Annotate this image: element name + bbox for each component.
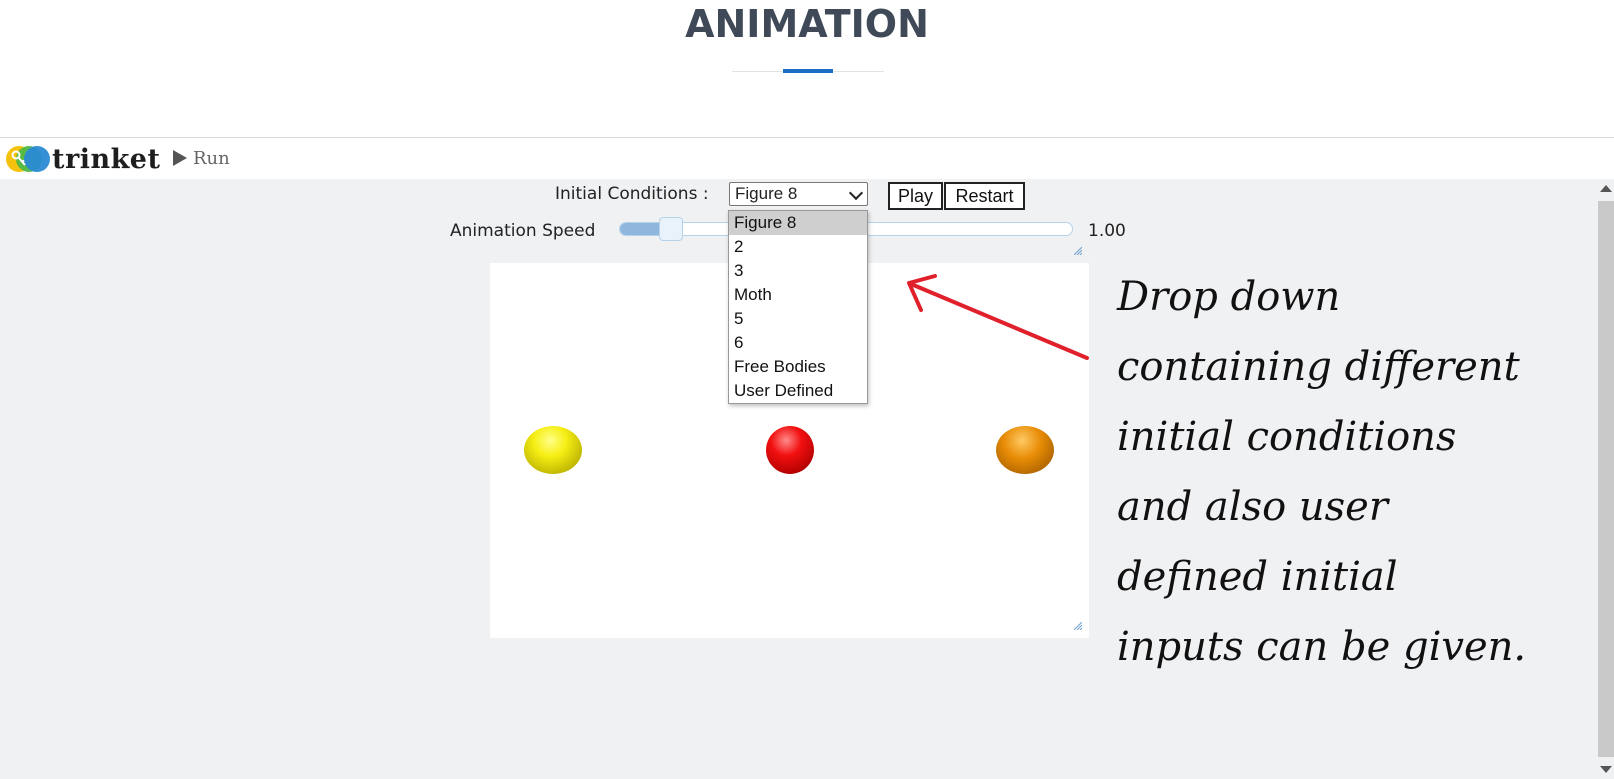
trinket-toolbar: trinket Run bbox=[0, 137, 1614, 180]
dropdown-option[interactable]: 6 bbox=[729, 331, 867, 355]
scroll-up-icon[interactable] bbox=[1600, 185, 1612, 192]
annotation-line: inputs can be given. bbox=[1117, 624, 1527, 670]
yellow-body bbox=[524, 426, 582, 474]
dropdown-option[interactable]: User Defined bbox=[729, 379, 867, 403]
page-title: ANIMATION bbox=[685, 2, 929, 46]
play-icon bbox=[173, 150, 187, 166]
scroll-thumb[interactable] bbox=[1598, 201, 1614, 757]
initial-conditions-label: Initial Conditions : bbox=[555, 184, 709, 204]
resize-handle-icon[interactable] bbox=[1074, 247, 1082, 255]
annotation-line: initial conditions bbox=[1117, 414, 1457, 460]
slider-handle[interactable] bbox=[659, 217, 683, 241]
dropdown-option[interactable]: 2 bbox=[729, 235, 867, 259]
dropdown-option[interactable]: 3 bbox=[729, 259, 867, 283]
title-accent-bar bbox=[783, 69, 833, 73]
annotation-line: containing different bbox=[1117, 344, 1520, 390]
run-button[interactable]: Run bbox=[173, 146, 230, 170]
trinket-logo-icon bbox=[6, 145, 50, 173]
initial-conditions-select[interactable]: Figure 8 bbox=[729, 182, 868, 206]
dropdown-option[interactable]: Free Bodies bbox=[729, 355, 867, 379]
resize-handle-icon[interactable] bbox=[1074, 622, 1082, 630]
initial-conditions-dropdown[interactable]: Figure 8 2 3 Moth 5 6 Free Bodies User D… bbox=[728, 210, 868, 404]
play-button[interactable]: Play bbox=[888, 182, 943, 210]
dropdown-option[interactable]: 5 bbox=[729, 307, 867, 331]
initial-conditions-selected-value: Figure 8 bbox=[735, 184, 798, 203]
annotation-line: Drop down bbox=[1117, 274, 1341, 320]
scroll-down-icon[interactable] bbox=[1600, 766, 1612, 773]
annotation-line: defined initial bbox=[1117, 554, 1398, 600]
animation-speed-label: Animation Speed bbox=[450, 221, 596, 241]
trinket-logo[interactable]: trinket bbox=[6, 143, 161, 175]
red-body bbox=[766, 426, 814, 474]
chevron-down-icon bbox=[848, 185, 864, 201]
run-button-label: Run bbox=[193, 147, 230, 169]
animation-speed-value: 1.00 bbox=[1088, 221, 1126, 241]
dropdown-option[interactable]: Figure 8 bbox=[729, 211, 867, 235]
key-icon bbox=[11, 150, 26, 166]
restart-button[interactable]: Restart bbox=[944, 182, 1025, 210]
dropdown-option[interactable]: Moth bbox=[729, 283, 867, 307]
annotation-text: Drop down containing different initial c… bbox=[1117, 262, 1597, 682]
trinket-logo-text: trinket bbox=[52, 143, 161, 175]
annotation-arrow-icon bbox=[907, 274, 1089, 360]
orange-body bbox=[996, 426, 1054, 474]
annotation-line: and also user bbox=[1117, 484, 1388, 530]
